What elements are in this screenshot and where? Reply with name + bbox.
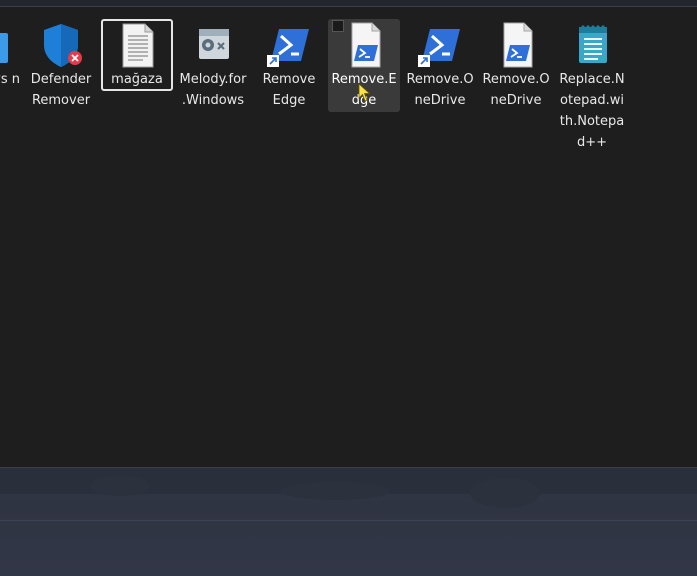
window-top-bar bbox=[0, 0, 697, 7]
icon-label: Replace.Notepad.with.Notepad++ bbox=[559, 72, 625, 150]
text-document-icon bbox=[113, 21, 161, 69]
wallpaper-shape bbox=[90, 476, 150, 496]
icon-label: Remove.OneDrive bbox=[482, 72, 550, 108]
wallpaper-shape bbox=[470, 478, 540, 508]
icon-label: mağaza bbox=[111, 72, 163, 87]
icon-label: DefenderRemover bbox=[30, 72, 92, 108]
desktop-icon-melody[interactable]: Melody.for.Windows bbox=[177, 19, 249, 111]
batch-file-icon bbox=[189, 21, 237, 69]
icon-label: Remove.OneDrive bbox=[406, 72, 474, 108]
desktop-wallpaper bbox=[0, 468, 697, 576]
app-icon bbox=[0, 21, 10, 69]
desktop-folder-view[interactable]: y_ ws n DefenderRemover bbox=[0, 7, 697, 468]
desktop-icon-defender-remover[interactable]: DefenderRemover bbox=[25, 19, 97, 111]
wallpaper-horizon-line bbox=[0, 520, 697, 521]
icon-label: y_ ws n bbox=[0, 72, 20, 87]
wallpaper-shape bbox=[280, 482, 390, 500]
powershell-icon bbox=[416, 21, 464, 69]
desktop-icon-remove-onedrive-shortcut[interactable]: Remove.OneDrive bbox=[404, 19, 476, 111]
icon-label: Remove Edge bbox=[262, 72, 316, 108]
notepad-icon bbox=[568, 21, 616, 69]
desktop-icon-partial[interactable]: y_ ws n bbox=[0, 19, 22, 90]
powershell-icon bbox=[265, 21, 313, 69]
desktop-icon-remove-edge-shortcut[interactable]: Remove Edge bbox=[253, 19, 325, 111]
desktop-icon-replace-notepad[interactable]: Replace.Notepad.with.Notepad++ bbox=[556, 19, 628, 153]
shield-icon bbox=[37, 21, 85, 69]
mouse-cursor-icon bbox=[358, 83, 371, 102]
desktop-icon-magaza[interactable]: mağaza bbox=[101, 19, 173, 91]
desktop-icon-remove-onedrive-script[interactable]: Remove.OneDrive bbox=[480, 19, 552, 111]
powershell-script-icon bbox=[340, 21, 388, 69]
icon-label: Melody.for.Windows bbox=[179, 72, 247, 108]
powershell-script-icon bbox=[492, 21, 540, 69]
